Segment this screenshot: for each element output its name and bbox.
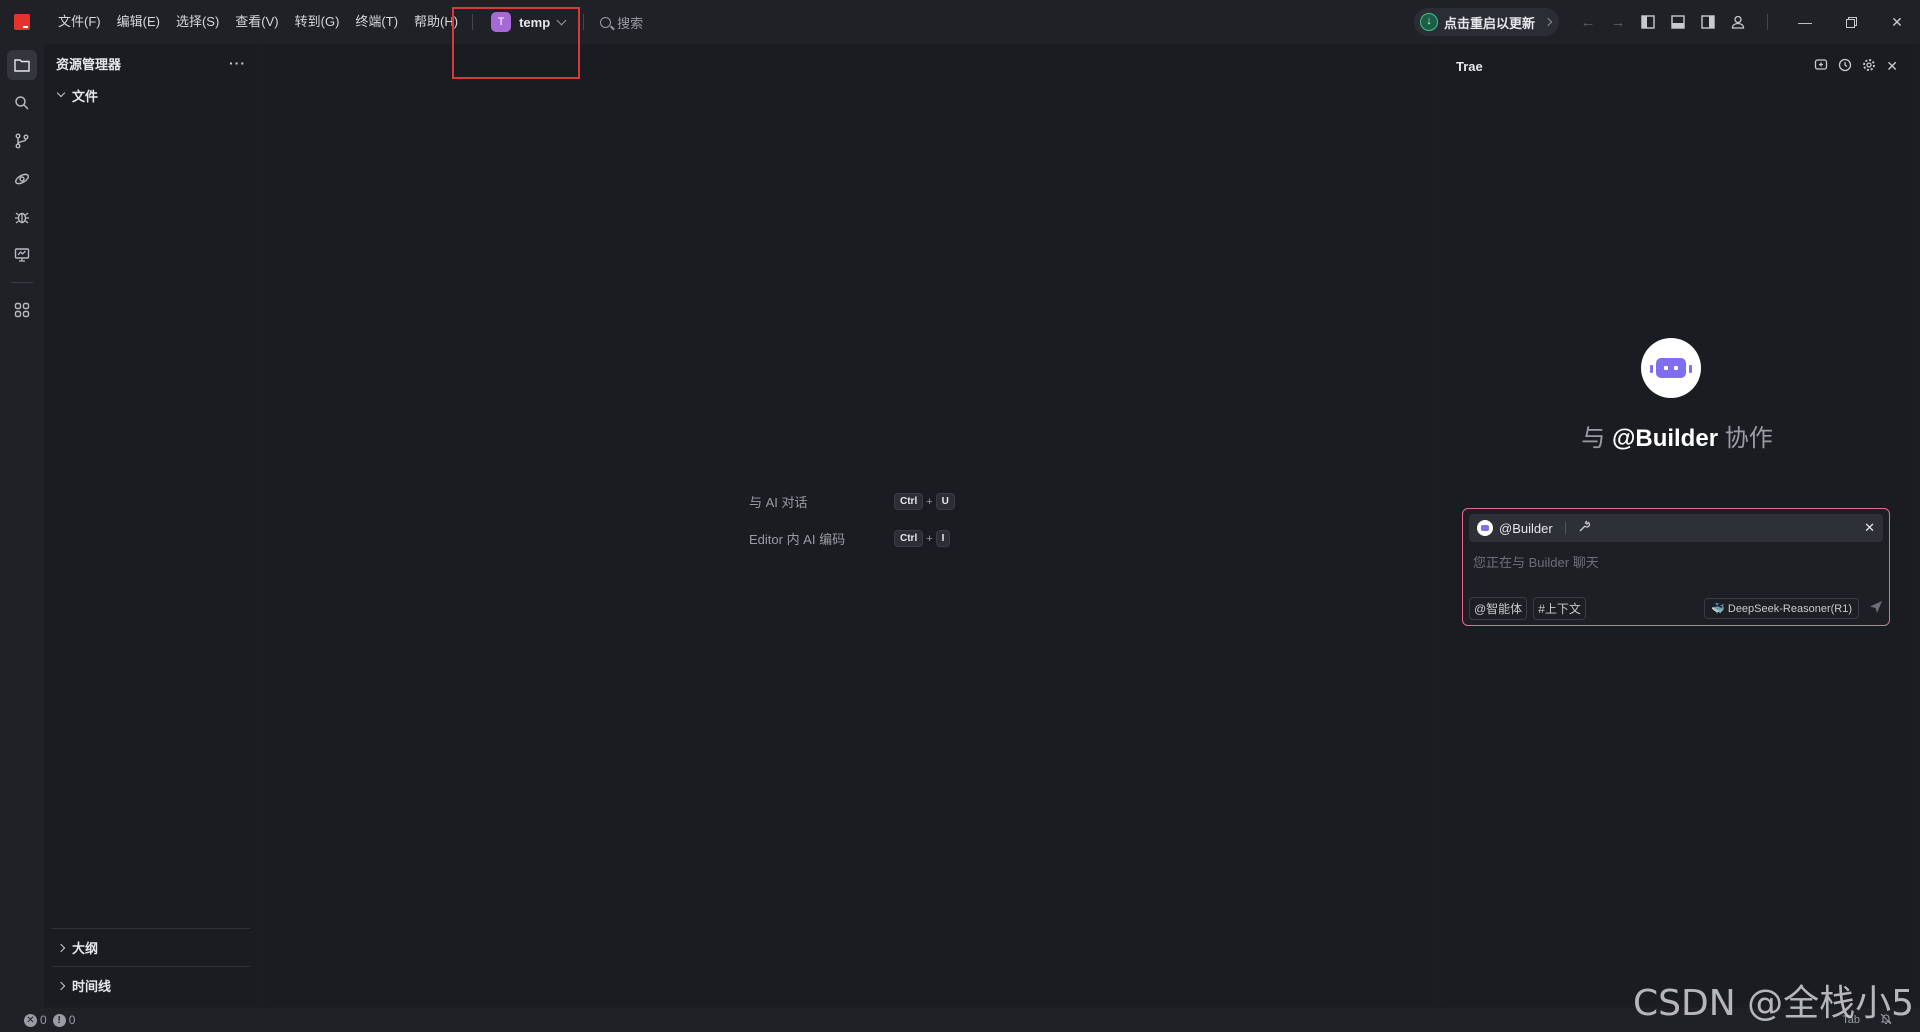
- key-u: U: [935, 493, 955, 510]
- close-icon[interactable]: ✕: [1886, 58, 1898, 75]
- error-icon[interactable]: ✕: [24, 1013, 37, 1027]
- error-count[interactable]: 0: [40, 1013, 47, 1027]
- debug-icon[interactable]: [0, 198, 44, 236]
- chevron-right-icon: [1543, 17, 1553, 27]
- menu-view[interactable]: 查看(V): [227, 8, 286, 36]
- editor-area[interactable]: 与 AI 对话 Ctrl + U Editor 内 AI 编码 Ctrl + I: [264, 44, 1434, 1004]
- settings-gear-icon[interactable]: [1862, 58, 1876, 75]
- update-restart-button[interactable]: ↓ 点击重启以更新: [1413, 8, 1559, 36]
- builder-bot-avatar: [1641, 338, 1701, 398]
- warning-count[interactable]: 0: [69, 1013, 76, 1027]
- section-outline-label: 大纲: [72, 941, 99, 956]
- remote-icon[interactable]: [0, 160, 44, 198]
- key-ctrl: Ctrl: [894, 493, 924, 510]
- app-logo: [14, 14, 30, 30]
- tree-root-label: 文件: [72, 88, 99, 104]
- remove-agent-icon[interactable]: ✕: [1864, 520, 1875, 536]
- chat-placeholder[interactable]: 您正在与 Builder 聊天: [1473, 552, 1599, 571]
- minimize-button[interactable]: —: [1782, 0, 1828, 44]
- sidebar-title: 资源管理器: [56, 56, 122, 72]
- chevron-down-icon: [56, 88, 66, 98]
- new-chat-icon[interactable]: [1814, 58, 1828, 75]
- more-actions-icon[interactable]: ···: [229, 55, 246, 71]
- hint-label: 与 AI 对话: [749, 495, 808, 510]
- explorer-sidebar: 资源管理器 ··· 文件 大纲 时间线: [44, 44, 258, 1004]
- extensions-icon[interactable]: [0, 291, 44, 329]
- tree-root-files[interactable]: 文件: [44, 82, 258, 108]
- chat-input-box[interactable]: @Builder ✕ 您正在与 Builder 聊天 @智能体 #上下文 🐳 D…: [1462, 508, 1890, 626]
- collab-agent: @Builder: [1611, 425, 1719, 452]
- source-control-icon[interactable]: [0, 122, 44, 160]
- history-icon[interactable]: [1838, 58, 1852, 75]
- send-icon[interactable]: [1869, 600, 1883, 617]
- status-bar: ✕ 0 ! 0 Tab: [0, 1008, 1920, 1032]
- model-selector[interactable]: 🐳 DeepSeek-Reasoner(R1): [1704, 597, 1859, 619]
- panel-header-icons: ✕: [1814, 58, 1898, 75]
- plus-sign: +: [926, 532, 933, 545]
- collab-suffix: 协作: [1724, 425, 1773, 452]
- search-icon[interactable]: [0, 84, 44, 122]
- panel-title: Trae: [1456, 58, 1483, 74]
- annotation-highlight-box: [452, 7, 580, 79]
- agent-chip-label: @Builder: [1499, 520, 1553, 536]
- close-window-button[interactable]: ✕: [1874, 0, 1920, 44]
- account-icon[interactable]: [1723, 8, 1753, 36]
- model-label: DeepSeek-Reasoner(R1): [1727, 602, 1852, 615]
- divider: [1564, 522, 1566, 534]
- title-bar: 文件(F) 编辑(E) 选择(S) 查看(V) 转到(G) 终端(T) 帮助(H…: [0, 0, 1920, 44]
- collab-prefix: 与: [1581, 425, 1606, 452]
- divider: [1767, 14, 1768, 30]
- section-timeline-label: 时间线: [72, 979, 112, 994]
- ai-chat-panel: Trae ✕ 与 @Builder 协作 @Builder ✕ 您正在与 Bui…: [1440, 44, 1914, 1004]
- add-context-button[interactable]: #上下文: [1533, 596, 1586, 620]
- test-icon[interactable]: [0, 236, 44, 274]
- divider: [583, 14, 585, 30]
- arrow-left-icon[interactable]: ←: [1573, 8, 1603, 36]
- section-timeline[interactable]: 时间线: [52, 966, 250, 1004]
- title-bar-right: ↓ 点击重启以更新 ← → — ✕: [1413, 0, 1920, 44]
- model-icon: 🐳: [1711, 602, 1725, 615]
- menu-bar: 文件(F) 编辑(E) 选择(S) 查看(V) 转到(G) 终端(T) 帮助(H…: [50, 8, 466, 36]
- hint-inline-ai: Editor 内 AI 编码 Ctrl + I: [749, 529, 951, 548]
- search-placeholder: 搜索: [617, 15, 644, 31]
- arrow-right-icon[interactable]: →: [1603, 8, 1633, 36]
- tools-wrench-icon[interactable]: [1578, 520, 1591, 536]
- hint-ai-chat: 与 AI 对话 Ctrl + U: [749, 492, 955, 511]
- command-search[interactable]: 搜索: [600, 13, 643, 32]
- watermark: CSDN @全栈小5: [1633, 983, 1914, 1024]
- chevron-right-icon: [56, 943, 66, 952]
- plus-sign: +: [926, 495, 933, 508]
- panel-header: Trae ✕: [1440, 44, 1914, 88]
- mention-agent-button[interactable]: @智能体: [1469, 596, 1528, 620]
- menu-selection[interactable]: 选择(S): [168, 8, 227, 36]
- hint-label: Editor 内 AI 编码: [749, 532, 846, 547]
- menu-terminal[interactable]: 终端(T): [347, 8, 406, 36]
- section-outline[interactable]: 大纲: [52, 928, 250, 966]
- menu-file[interactable]: 文件(F): [50, 8, 109, 36]
- builder-agent-icon: [1477, 520, 1493, 536]
- layout-right-icon[interactable]: [1693, 8, 1723, 36]
- key-ctrl: Ctrl: [894, 530, 924, 547]
- agent-chip[interactable]: @Builder ✕: [1469, 514, 1883, 542]
- menu-edit[interactable]: 编辑(E): [109, 8, 168, 36]
- chevron-right-icon: [56, 981, 66, 990]
- menu-go[interactable]: 转到(G): [287, 8, 348, 36]
- restore-button[interactable]: [1828, 0, 1874, 44]
- explorer-icon[interactable]: [0, 46, 44, 84]
- sidebar-header: 资源管理器 ···: [44, 44, 258, 82]
- activity-bar: [0, 44, 44, 1008]
- sidebar-bottom-sections: 大纲 时间线: [44, 928, 258, 1004]
- collab-heading: 与 @Builder 协作: [1440, 418, 1914, 453]
- layout-left-icon[interactable]: [1633, 8, 1663, 36]
- layout-bottom-icon[interactable]: [1663, 8, 1693, 36]
- update-label: 点击重启以更新: [1443, 15, 1535, 31]
- download-icon: ↓: [1419, 13, 1438, 31]
- warning-icon[interactable]: !: [52, 1013, 66, 1027]
- key-i: I: [935, 530, 951, 547]
- divider: [11, 282, 33, 283]
- search-icon: [600, 16, 612, 28]
- chat-toolbar: @智能体 #上下文 🐳 DeepSeek-Reasoner(R1): [1469, 596, 1883, 620]
